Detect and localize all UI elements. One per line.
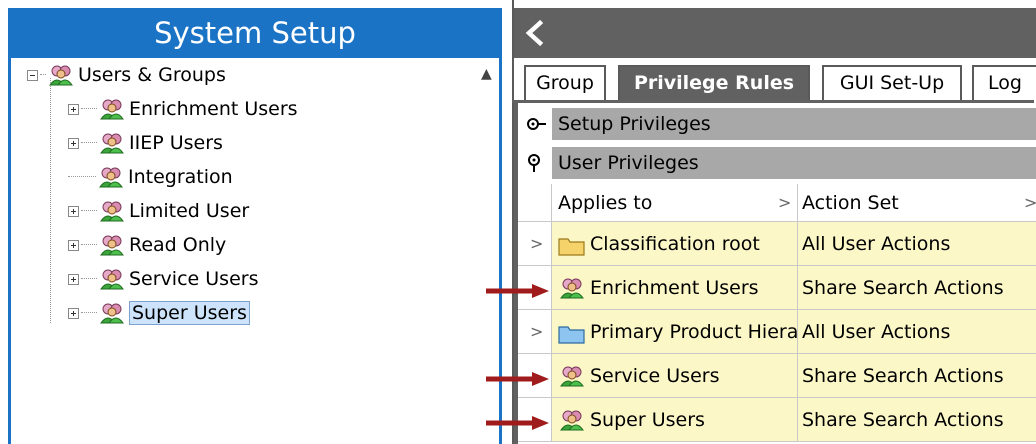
tree-node-limited-user[interactable]: Limited User <box>68 196 249 226</box>
tree-dots <box>81 244 97 246</box>
section-user-privileges[interactable]: User Privileges <box>518 145 1036 181</box>
tab-log[interactable]: Log <box>972 65 1036 101</box>
tab-strip: Group Privilege Rules GUI Set-Up Log <box>514 58 1036 102</box>
cell-text: Share Search Actions <box>802 277 1004 299</box>
tree-dots <box>40 74 46 76</box>
system-setup-panel: System Setup ▲ Users & Groups Enrichment… <box>0 0 505 444</box>
row-header-corner <box>518 184 552 222</box>
table-cell-applies-to[interactable]: Enrichment Users <box>552 266 798 310</box>
tree-label: Limited User <box>129 200 250 222</box>
scroll-up-icon[interactable]: ▲ <box>481 66 492 82</box>
user-group-icon <box>49 65 73 86</box>
table-cell-action-set[interactable]: Share Search Actions <box>798 266 1036 310</box>
table-cell-applies-to[interactable]: Service Users <box>552 354 798 398</box>
column-header-action-set[interactable]: Action Set > <box>798 184 1036 222</box>
user-group-icon <box>560 410 584 431</box>
table-cell-applies-to[interactable]: Super Users <box>552 398 798 442</box>
expand-icon[interactable] <box>68 137 79 149</box>
expand-icon[interactable] <box>68 273 79 285</box>
cell-text: Share Search Actions <box>802 365 1004 387</box>
tree-dots <box>81 108 97 110</box>
tree-label: Enrichment Users <box>129 98 298 120</box>
table-cell-action-set[interactable]: All User Actions <box>798 310 1036 354</box>
tree-label: IIEP Users <box>129 132 223 154</box>
expand-icon[interactable] <box>68 205 79 217</box>
user-group-icon <box>560 278 584 299</box>
table-cell-applies-to[interactable]: Primary Product Hiera <box>552 310 798 354</box>
user-group-icon <box>100 201 124 222</box>
folder-icon <box>558 238 585 256</box>
user-group-icon <box>100 269 124 290</box>
chevron-right-icon[interactable]: > <box>530 322 543 341</box>
tree-dots <box>81 142 97 144</box>
tree-label: Read Only <box>129 234 227 256</box>
user-group-icon <box>100 235 124 256</box>
user-group-icon <box>100 303 124 324</box>
cell-text: Classification root <box>590 233 760 255</box>
table-cell-applies-to[interactable]: Classification root <box>552 222 798 266</box>
tab-gui-setup[interactable]: GUI Set-Up <box>822 65 962 101</box>
detail-panel: Group Privilege Rules GUI Set-Up Log Set… <box>512 0 1036 444</box>
annotation-arrow-icon <box>486 416 549 430</box>
section-setup-privileges[interactable]: Setup Privileges <box>518 106 1036 142</box>
folder-blue-icon <box>558 326 585 344</box>
panel-title: System Setup <box>8 8 502 58</box>
section-label: Setup Privileges <box>558 113 711 135</box>
tree-dots <box>81 210 97 212</box>
tree-dots <box>81 312 97 314</box>
user-group-icon <box>100 133 124 154</box>
cell-text: Share Search Actions <box>802 409 1004 431</box>
privileges-table: Applies to > Action Set > > Classificati… <box>518 184 1036 444</box>
chevron-right-icon[interactable]: > <box>530 234 543 253</box>
row-expander[interactable]: > <box>518 222 552 266</box>
collapse-icon[interactable] <box>27 69 38 81</box>
table-cell-action-set[interactable]: Share Search Actions <box>798 398 1036 442</box>
tab-privilege-rules[interactable]: Privilege Rules <box>618 65 810 101</box>
expand-icon[interactable] <box>68 239 79 251</box>
cell-text: Service Users <box>590 365 720 387</box>
tree-label: Service Users <box>129 268 259 290</box>
user-group-icon <box>560 366 584 387</box>
cell-text: All User Actions <box>802 321 951 343</box>
tree-node-read-only[interactable]: Read Only <box>68 230 226 260</box>
tree-node-iiep-users[interactable]: IIEP Users <box>68 128 223 158</box>
cell-text: Super Users <box>590 409 705 431</box>
table-cell-action-set[interactable]: Share Search Actions <box>798 354 1036 398</box>
collapse-section-icon[interactable] <box>526 153 548 173</box>
table-cell-action-set[interactable]: All User Actions <box>798 222 1036 266</box>
tree-dots <box>81 278 97 280</box>
cell-text: All User Actions <box>802 233 951 255</box>
cell-text: Primary Product Hiera <box>590 321 798 343</box>
annotation-arrow-icon <box>486 372 549 386</box>
section-label: User Privileges <box>558 152 699 174</box>
expand-section-icon[interactable] <box>526 114 548 134</box>
row-expander[interactable]: > <box>518 310 552 354</box>
tab-underline <box>512 100 1034 103</box>
tab-group[interactable]: Group <box>524 65 606 101</box>
tree-label-selected: Super Users <box>129 301 250 325</box>
tree-dots <box>68 176 96 178</box>
cell-text: Enrichment Users <box>590 277 759 299</box>
tree-label: Users & Groups <box>78 64 226 86</box>
chevron-right-icon: > <box>778 193 792 212</box>
user-group-icon <box>99 167 123 188</box>
tree-node-integration[interactable]: Integration <box>68 162 233 192</box>
tree-node-service-users[interactable]: Service Users <box>68 264 258 294</box>
back-chevron-icon[interactable] <box>520 18 550 48</box>
users-groups-tree: ▲ Users & Groups Enrichment Users IIEP U… <box>11 58 499 444</box>
column-header-label: Applies to <box>558 192 653 214</box>
tree-node-enrichment-users[interactable]: Enrichment Users <box>68 94 298 124</box>
panel-toolbar <box>514 8 1036 58</box>
tree-node-super-users[interactable]: Super Users <box>68 298 250 328</box>
tree-label: Integration <box>128 166 233 188</box>
user-group-icon <box>100 99 124 120</box>
column-header-applies-to[interactable]: Applies to > <box>552 184 798 222</box>
expand-icon[interactable] <box>68 307 79 319</box>
expand-icon[interactable] <box>68 103 79 115</box>
chevron-right-icon: > <box>1024 193 1036 212</box>
tree-connector <box>50 78 51 323</box>
column-header-label: Action Set <box>802 192 899 214</box>
tree-node-users-groups[interactable]: Users & Groups <box>27 60 226 90</box>
annotation-arrow-icon <box>486 284 549 298</box>
